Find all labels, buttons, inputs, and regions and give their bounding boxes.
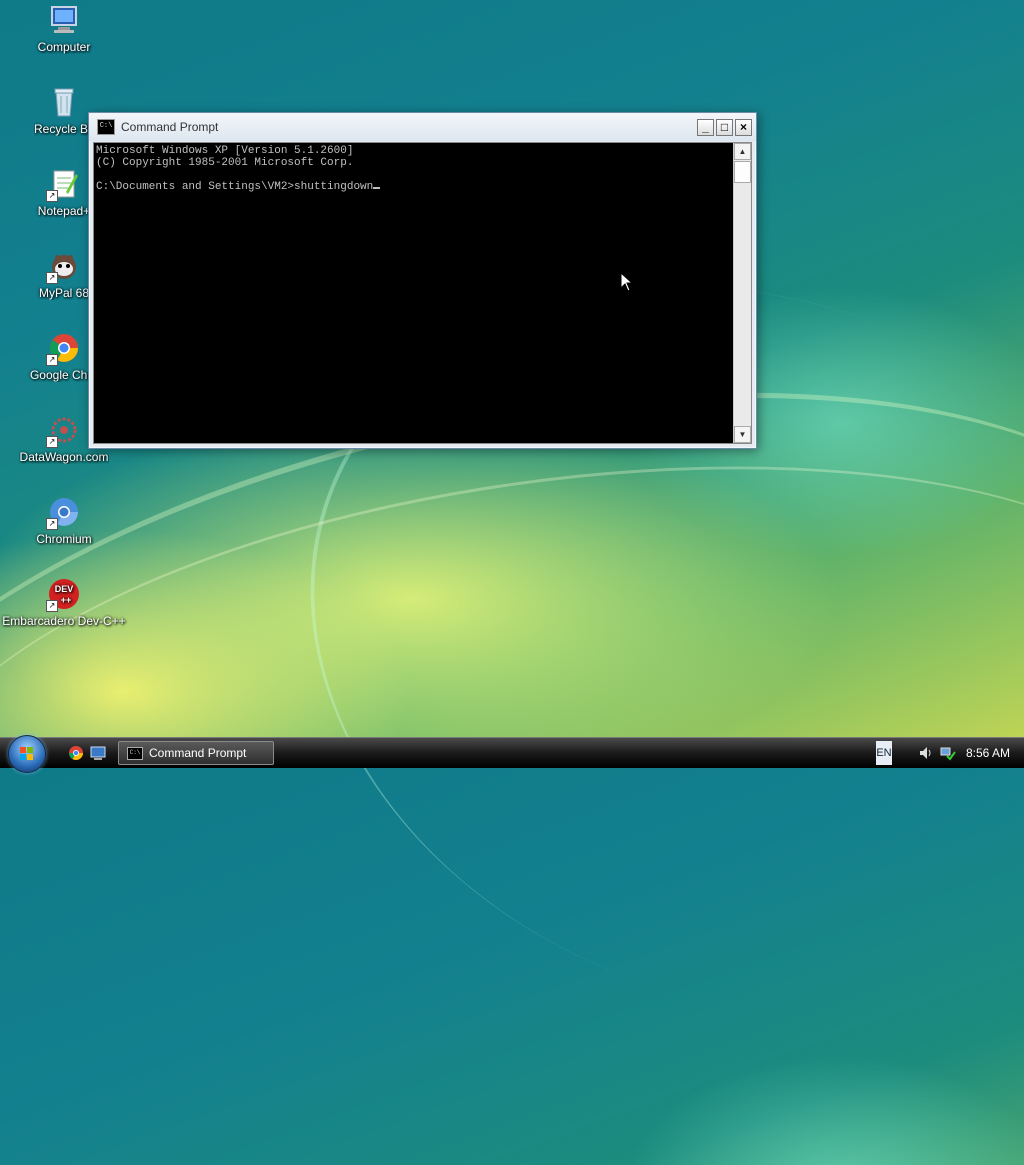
notepad-plus-icon: ↗: [46, 168, 80, 202]
network-icon[interactable]: [940, 745, 956, 761]
maximize-button[interactable]: □: [716, 118, 733, 136]
recycle-bin-icon: [48, 86, 80, 118]
show-desktop-icon[interactable]: [90, 745, 106, 761]
desktop-icon-chromium[interactable]: ↗ Chromium: [19, 496, 109, 546]
window-title: Command Prompt: [121, 120, 219, 134]
scroll-thumb[interactable]: [734, 161, 751, 183]
taskbar-button-command-prompt[interactable]: C:\ Command Prompt: [118, 741, 274, 765]
windows-logo-icon: [20, 747, 33, 760]
language-indicator[interactable]: EN: [875, 741, 892, 765]
cmd-icon[interactable]: C:\: [97, 119, 115, 135]
svg-text:DEV: DEV: [55, 584, 74, 594]
speaker-icon[interactable]: [918, 745, 934, 761]
system-tray: EN 8:56 AM: [875, 738, 1024, 768]
shortcut-arrow-icon: ↗: [46, 190, 58, 202]
taskbar-button-label: Command Prompt: [149, 746, 247, 760]
clock[interactable]: 8:56 AM: [966, 746, 1010, 760]
start-button[interactable]: [8, 735, 46, 773]
shortcut-arrow-icon: ↗: [46, 436, 58, 448]
desktop-icon-label: DataWagon.com: [19, 450, 109, 464]
chromium-icon: ↗: [46, 496, 80, 530]
shortcut-arrow-icon: ↗: [46, 354, 58, 366]
shortcut-arrow-icon: ↗: [46, 272, 58, 284]
shortcut-arrow-icon: ↗: [46, 600, 58, 612]
scroll-up-button[interactable]: ▲: [734, 143, 751, 160]
desktop-icon-devcpp[interactable]: DEV ++ ↗ Embarcadero Dev-C++: [0, 578, 128, 628]
console-output[interactable]: Microsoft Windows XP [Version 5.1.2600](…: [94, 143, 734, 443]
console-area[interactable]: Microsoft Windows XP [Version 5.1.2600](…: [93, 142, 752, 444]
console-line: Microsoft Windows XP [Version 5.1.2600]: [96, 145, 354, 157]
datawagon-icon: ↗: [46, 414, 80, 448]
desktop-icon-label: Computer: [37, 40, 91, 54]
vertical-scrollbar[interactable]: ▲ ▼: [733, 143, 751, 443]
chrome-quicklaunch-icon[interactable]: [68, 745, 84, 761]
minimize-button[interactable]: _: [697, 118, 714, 136]
wallpaper-wave: [0, 391, 1024, 1072]
command-prompt-window[interactable]: C:\ Command Prompt _ □ × Microsoft Windo…: [88, 112, 757, 449]
svg-text:++: ++: [61, 595, 72, 605]
desktop-icon-label: Chromium: [36, 532, 92, 546]
console-prompt-line: C:\Documents and Settings\VM2>shuttingdo…: [96, 181, 732, 193]
mypal-icon: ↗: [46, 250, 80, 284]
computer-icon: [48, 4, 80, 36]
close-button[interactable]: ×: [735, 118, 752, 136]
desktop-icon-label: Embarcadero Dev-C++: [2, 614, 126, 628]
title-bar[interactable]: C:\ Command Prompt _ □ ×: [89, 113, 756, 141]
shortcut-arrow-icon: ↗: [46, 518, 58, 530]
text-cursor: [373, 187, 381, 189]
scroll-down-button[interactable]: ▼: [734, 426, 751, 443]
cmd-icon: C:\: [127, 746, 143, 760]
console-command: C:\Documents and Settings\VM2>shuttingdo…: [96, 181, 374, 193]
chrome-icon: ↗: [46, 332, 80, 366]
console-line: ​: [96, 169, 732, 181]
devcpp-icon: DEV ++ ↗: [46, 578, 80, 612]
console-line: (C) Copyright 1985-2001 Microsoft Corp.: [96, 157, 354, 169]
taskbar: C:\ Command Prompt EN 8:56 AM: [0, 735, 1024, 773]
desktop-icon-computer[interactable]: Computer: [19, 4, 109, 54]
